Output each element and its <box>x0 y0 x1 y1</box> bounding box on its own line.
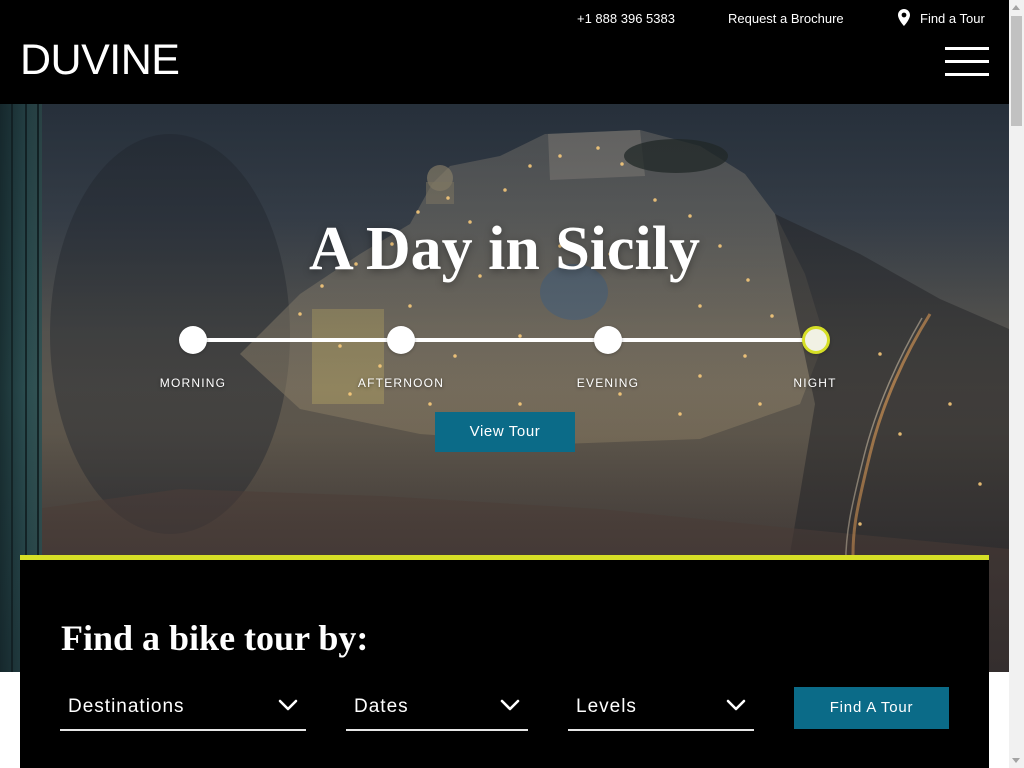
tour-search-panel: Find a bike tour by: Destinations Dates … <box>20 555 989 768</box>
map-pin-icon-graphic <box>898 9 910 26</box>
find-a-tour-label: Find a Tour <box>920 11 985 26</box>
find-a-tour-button[interactable]: Find A Tour <box>794 687 949 729</box>
menu-bar <box>945 47 989 50</box>
timeline-stop-morning[interactable] <box>179 326 207 354</box>
page: DUVINE +1 888 396 5383 Request a Brochur… <box>0 0 1024 768</box>
map-pin-icon <box>898 9 910 26</box>
levels-dropdown-label: Levels <box>576 696 637 717</box>
search-heading: Find a bike tour by: <box>61 618 369 658</box>
scroll-down-arrow-icon[interactable] <box>1012 758 1020 763</box>
find-a-tour-link[interactable]: Find a Tour <box>898 9 985 27</box>
dates-dropdown-label: Dates <box>354 696 409 717</box>
chevron-down-icon <box>278 699 298 711</box>
vertical-scrollbar[interactable] <box>1009 0 1024 768</box>
destinations-dropdown[interactable]: Destinations <box>60 687 306 731</box>
timeline-label-morning: MORNING <box>159 376 227 390</box>
chevron-down-icon-graphic <box>278 699 298 711</box>
chevron-down-icon-graphic <box>726 699 746 711</box>
chevron-down-icon <box>726 699 746 711</box>
dates-dropdown[interactable]: Dates <box>346 687 528 731</box>
timeline-stop-afternoon[interactable] <box>387 326 415 354</box>
scrollbar-thumb[interactable] <box>1011 16 1022 126</box>
timeline-label-afternoon: AFTERNOON <box>357 376 445 390</box>
destinations-dropdown-label: Destinations <box>68 696 185 717</box>
hamburger-menu-icon[interactable] <box>945 47 989 76</box>
site-header: DUVINE +1 888 396 5383 Request a Brochur… <box>0 0 1009 104</box>
duvine-logo[interactable]: DUVINE <box>20 39 180 82</box>
request-brochure-link[interactable]: Request a Brochure <box>728 11 844 27</box>
scroll-up-arrow-icon[interactable] <box>1012 5 1020 10</box>
timeline-label-night: NIGHT <box>793 376 837 390</box>
timeline-stop-evening[interactable] <box>594 326 622 354</box>
levels-dropdown[interactable]: Levels <box>568 687 754 731</box>
hero-title: A Day in Sicily <box>308 215 700 283</box>
chevron-down-icon <box>500 699 520 711</box>
timeline-track <box>193 338 816 342</box>
timeline-stop-night[interactable] <box>802 326 830 354</box>
menu-bar <box>945 60 989 63</box>
menu-bar <box>945 73 989 76</box>
phone-link[interactable]: +1 888 396 5383 <box>577 11 675 27</box>
timeline-label-evening: EVENING <box>576 376 640 390</box>
view-tour-button[interactable]: View Tour <box>435 412 575 452</box>
chevron-down-icon-graphic <box>500 699 520 711</box>
